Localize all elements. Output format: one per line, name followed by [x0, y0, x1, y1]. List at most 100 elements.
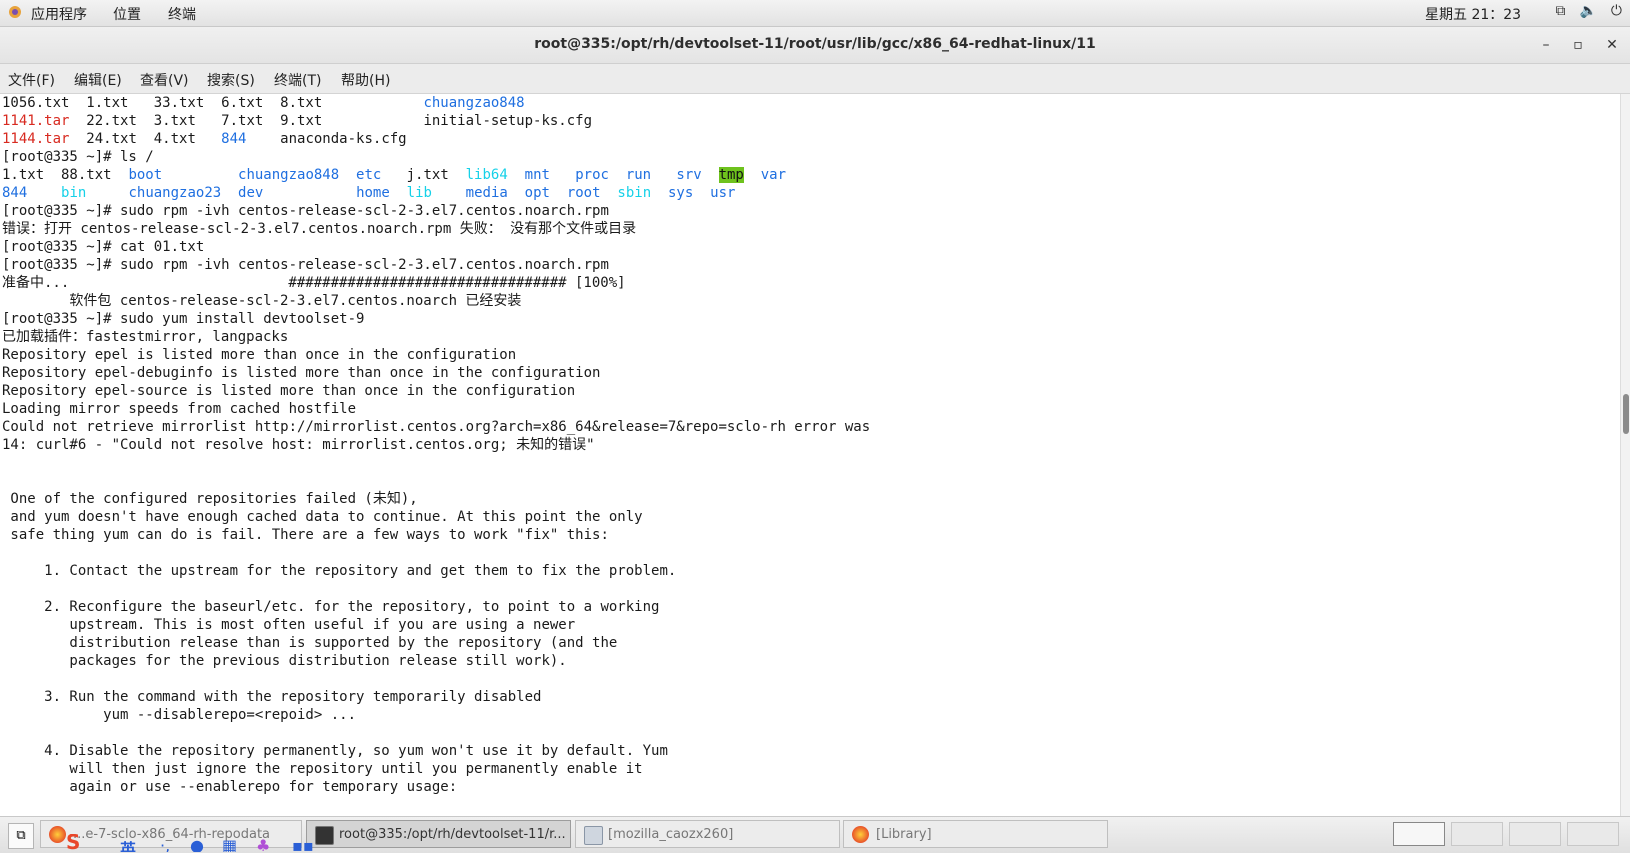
- terminal-line: [root@335 ~]# sudo rpm -ivh centos-relea…: [2, 202, 870, 220]
- task-terminal[interactable]: root@335:/opt/rh/devtoolset-11/r...: [306, 820, 571, 848]
- terminal-text: 4. Disable the repository permanently, s…: [2, 743, 668, 759]
- applications-menu[interactable]: 应用程序: [31, 4, 87, 24]
- ime-logo[interactable]: S: [66, 834, 80, 852]
- task-label: root@335:/opt/rh/devtoolset-11/r...: [339, 827, 566, 842]
- close-button[interactable]: ✕: [1600, 33, 1624, 57]
- places-menu[interactable]: 位置: [113, 4, 141, 24]
- terminal-text: media: [465, 185, 508, 201]
- workspace-4[interactable]: [1567, 822, 1619, 846]
- terminal-text: etc: [356, 167, 382, 183]
- system-tray: ⧉ 🔈 ⏻: [1555, 3, 1622, 19]
- terminal-line: 错误：打开 centos-release-scl-2-3.el7.centos.…: [2, 220, 870, 238]
- terminal-text: 错误：打开 centos-release-scl-2-3.el7.centos.…: [2, 221, 637, 237]
- terminal-text: tmp: [718, 167, 744, 183]
- terminal-text: anaconda-ks.cfg: [246, 131, 407, 147]
- terminal-line: will then just ignore the repository unt…: [2, 760, 870, 778]
- terminal-text: lib64: [465, 167, 508, 183]
- terminal-line: packages for the previous distribution r…: [2, 652, 870, 670]
- terminal-text: 1. Contact the upstream for the reposito…: [2, 563, 677, 579]
- menu-help[interactable]: 帮助(H): [341, 70, 390, 90]
- workspace-2[interactable]: [1451, 822, 1503, 846]
- menu-file[interactable]: 文件(F): [8, 70, 55, 90]
- terminal-text: 软件包 centos-release-scl-2-3.el7.centos.no…: [2, 293, 522, 309]
- terminal-text: upstream. This is most often useful if y…: [2, 617, 576, 633]
- terminal-line: 准备中... #################################…: [2, 274, 870, 292]
- terminal-line: yum --disablerepo=<repoid> ...: [2, 706, 870, 724]
- task-label: [Library]: [876, 827, 932, 842]
- terminal-text: [root@335 ~]# sudo yum install devtoolse…: [2, 311, 365, 327]
- menu-view[interactable]: 查看(V): [140, 70, 189, 90]
- terminal-line: 844 bin chuangzao23 dev home lib media o…: [2, 184, 870, 202]
- task-firefox-library[interactable]: [Library]: [843, 820, 1108, 848]
- terminal-text: root: [566, 185, 601, 201]
- terminal-text: again or use --enablerepo for temporary …: [2, 779, 458, 795]
- minimize-button[interactable]: –: [1534, 33, 1558, 57]
- power-icon[interactable]: ⏻: [1611, 3, 1622, 19]
- show-desktop-button[interactable]: ⧉: [8, 823, 34, 849]
- window-title: root@335:/opt/rh/devtoolset-11/root/usr/…: [534, 36, 1096, 52]
- workspace-3[interactable]: [1509, 822, 1561, 846]
- terminal-text: 1.txt 88.txt: [2, 167, 129, 183]
- network-icon[interactable]: ⧉: [1555, 3, 1565, 19]
- terminal-line: 2. Reconfigure the baseurl/etc. for the …: [2, 598, 870, 616]
- terminal-line: 软件包 centos-release-scl-2-3.el7.centos.no…: [2, 292, 870, 310]
- terminal-text: run: [625, 167, 652, 183]
- menu-edit[interactable]: 编辑(E): [74, 70, 122, 90]
- terminal-text: 1144.tar: [2, 131, 70, 147]
- microphone-icon[interactable]: ●: [190, 836, 204, 852]
- terminal-text: 844: [221, 131, 247, 147]
- ime-toolbar[interactable]: S 英 ·, ● ▦ ♣ ▪▪: [66, 834, 332, 852]
- task-file-manager[interactable]: [mozilla_caozx260]: [575, 820, 840, 848]
- terminal-text: chuangzao23: [128, 185, 222, 201]
- terminal-scrollbar[interactable]: [1620, 94, 1630, 816]
- apps-menu-icon[interactable]: [8, 5, 22, 19]
- terminal-text: Repository epel-debuginfo is listed more…: [2, 365, 601, 381]
- punctuation-icon[interactable]: ·,: [160, 836, 170, 852]
- toolbox-icon[interactable]: ▪▪: [292, 836, 314, 852]
- menu-terminal[interactable]: 终端(T): [274, 70, 321, 90]
- terminal-text: boot: [128, 167, 163, 183]
- terminal-text: sys: [667, 185, 694, 201]
- terminal-text: Could not retrieve mirrorlist http://mir…: [2, 419, 871, 435]
- terminal-text: Repository epel is listed more than once…: [2, 347, 517, 363]
- menu-search[interactable]: 搜索(S): [207, 70, 255, 90]
- maximize-button[interactable]: ▫: [1566, 33, 1590, 57]
- terminal-text: distribution release than is supported b…: [2, 635, 618, 651]
- volume-icon[interactable]: 🔈: [1579, 3, 1596, 19]
- keyboard-icon[interactable]: ▦: [222, 836, 237, 852]
- terminal-text: srv: [676, 167, 702, 183]
- terminal-line: Repository epel is listed more than once…: [2, 346, 870, 364]
- skin-icon[interactable]: ♣: [256, 836, 270, 852]
- terminal-text: 3. Run the command with the repository t…: [2, 689, 542, 705]
- scrollbar-thumb[interactable]: [1623, 394, 1629, 434]
- terminal-app-menu[interactable]: 终端: [168, 4, 196, 24]
- terminal-output[interactable]: 1056.txt 1.txt 33.txt 6.txt 8.txt chuang…: [0, 94, 1620, 816]
- window-titlebar[interactable]: root@335:/opt/rh/devtoolset-11/root/usr/…: [0, 27, 1630, 64]
- terminal-line: 14: curl#6 - "Could not resolve host: mi…: [2, 436, 870, 454]
- terminal-text: 24.txt 4.txt: [69, 131, 222, 147]
- terminal-text: chuangzao848: [423, 95, 525, 111]
- terminal-text: j.txt: [381, 167, 466, 183]
- workspace-1[interactable]: [1393, 822, 1445, 846]
- ime-mode[interactable]: 英: [120, 836, 136, 852]
- terminal-text: yum --disablerepo=<repoid> ...: [2, 707, 357, 723]
- terminal-line: 1. Contact the upstream for the reposito…: [2, 562, 870, 580]
- terminal-text: proc: [575, 167, 609, 183]
- terminal-text: opt: [524, 185, 550, 201]
- clock[interactable]: 星期五 21：23: [1425, 4, 1521, 24]
- terminal-line: upstream. This is most often useful if y…: [2, 616, 870, 634]
